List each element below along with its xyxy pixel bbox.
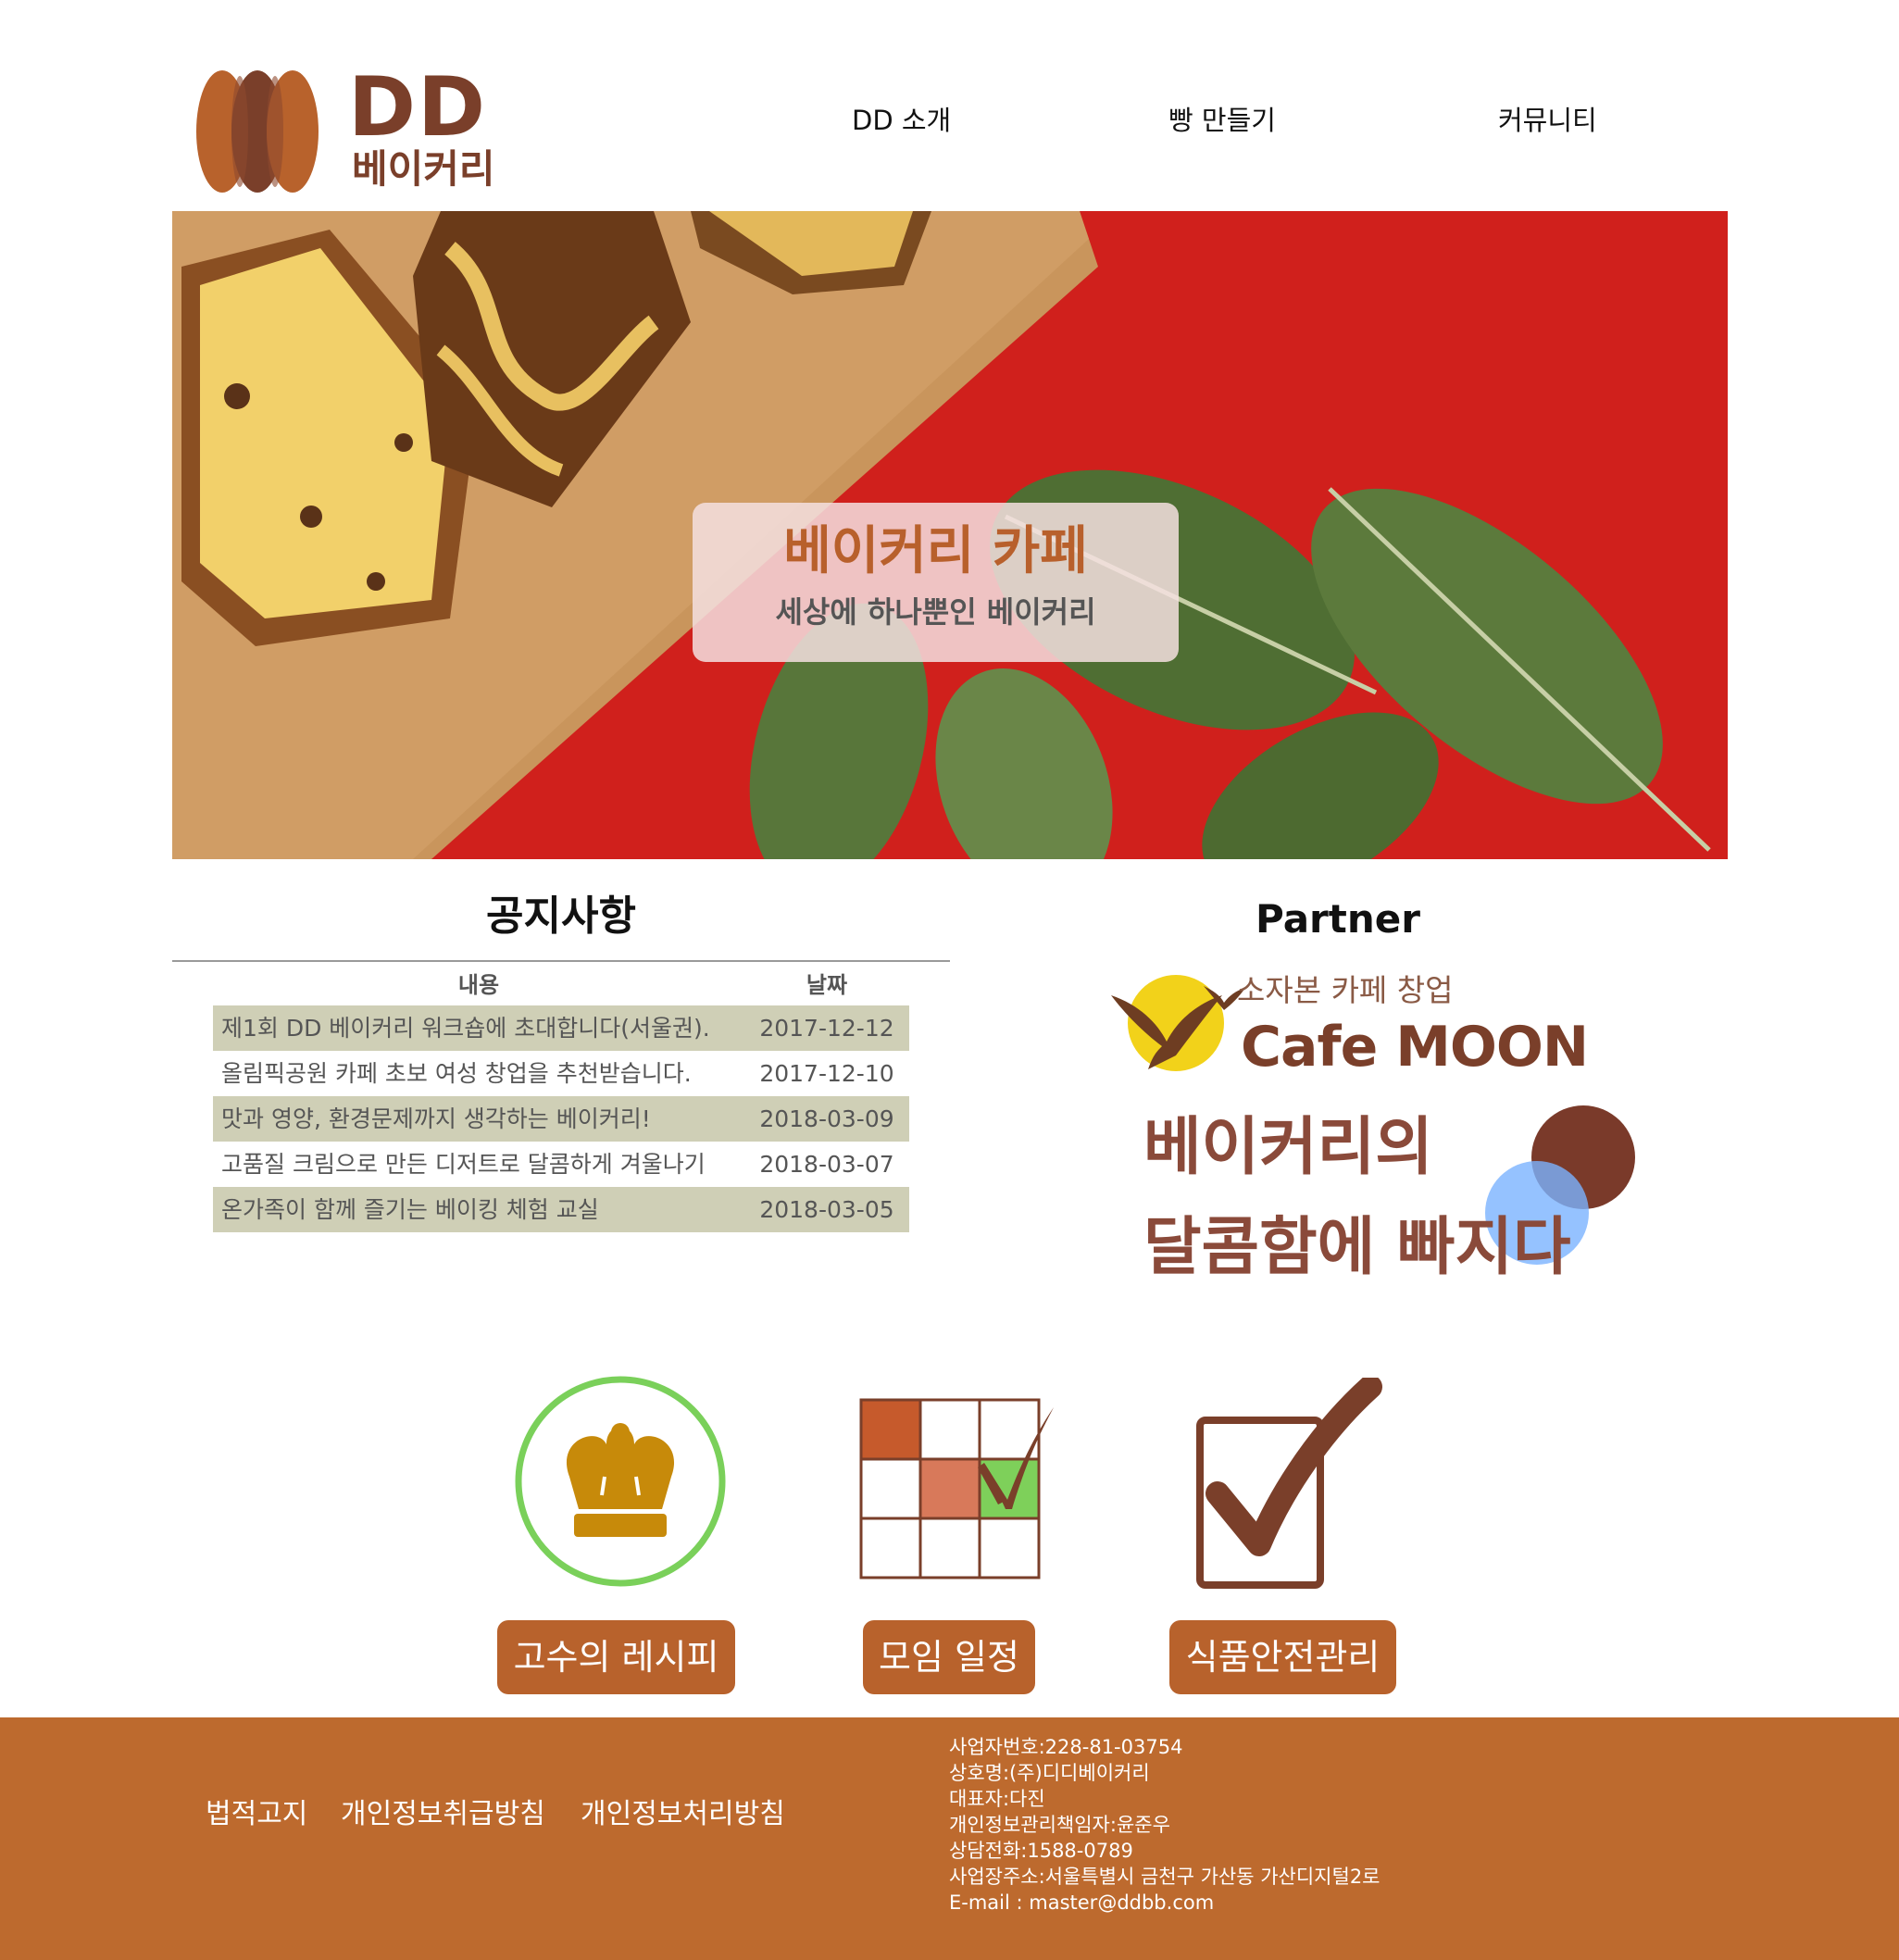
recipe-button[interactable]: 고수의 레시피 — [497, 1620, 735, 1694]
promo-line-1: 베이커리의 — [1143, 1111, 1433, 1184]
footer-info-line: E-mail : master@ddbb.com — [949, 1891, 1215, 1914]
hero-title: 베이커리 카페 — [783, 521, 1088, 581]
site-header: DD 베이커리 DD 소개 빵 만들기 커뮤니티 — [0, 0, 1899, 211]
site-logo[interactable]: DD 베이커리 — [193, 67, 507, 201]
table-row[interactable]: 온가족이 함께 즐기는 베이킹 체험 교실 2018-03-05 — [213, 1187, 909, 1232]
partner-tagline: 소자본 카페 창업 — [1237, 972, 1454, 1008]
table-row[interactable]: 올림픽공원 카페 초보 여성 창업을 추천받습니다. 2017-12-10 — [213, 1051, 909, 1096]
chef-hat-icon[interactable] — [514, 1375, 727, 1588]
footer-link-privacy-processing[interactable]: 개인정보처리방침 — [581, 1796, 785, 1833]
hero-caption: 베이커리 카페 세상에 하나뿐인 베이커리 — [693, 503, 1179, 662]
table-row[interactable]: 맛과 영양, 환경문제까지 생각하는 베이커리! 2018-03-09 — [213, 1096, 909, 1142]
meeting-schedule-button[interactable]: 모임 일정 — [863, 1620, 1035, 1694]
logo-subtitle: 베이커리 — [352, 146, 495, 192]
nav-item-community[interactable]: 커뮤니티 — [1498, 102, 1597, 139]
notice-date: 2018-03-07 — [759, 1151, 894, 1178]
notice-date: 2018-03-09 — [744, 1096, 909, 1142]
notice-content[interactable]: 올림픽공원 카페 초보 여성 창업을 추천받습니다. — [213, 1051, 744, 1096]
footer-link-privacy-handling[interactable]: 개인정보취급방침 — [341, 1796, 545, 1833]
notice-content[interactable]: 고품질 크림으로 만든 디저트로 달콤하게 겨울나기 — [213, 1142, 744, 1187]
footer-info-line: 대표자:다진 — [949, 1788, 1045, 1810]
promo-line-2: 달콤함에 빠지다 — [1143, 1211, 1571, 1284]
nav-item-about[interactable]: DD 소개 — [852, 102, 951, 139]
hero-banner: 베이커리 카페 세상에 하나뿐인 베이커리 — [172, 211, 1728, 859]
checkbox-check-icon[interactable] — [1194, 1378, 1389, 1591]
logo-title: DD — [348, 59, 488, 155]
promo-banner[interactable]: 베이커리의 달콤함에 빠지다 — [1139, 1102, 1713, 1305]
notice-date: 2018-03-05 — [744, 1187, 909, 1232]
nav-item-baking[interactable]: 빵 만들기 — [1168, 102, 1276, 139]
notice-date: 2017-12-10 — [759, 1060, 894, 1087]
notice-date: 2017-12-12 — [744, 1005, 909, 1051]
column-header-content: 내용 — [457, 972, 500, 998]
notice-content[interactable]: 제1회 DD 베이커리 워크숍에 초대합니다(서울권). — [213, 1005, 744, 1051]
column-header-date: 날짜 — [806, 972, 848, 998]
hero-subtitle: 세상에 하나뿐인 베이커리 — [775, 594, 1096, 630]
notice-title: 공지사항 — [486, 893, 636, 940]
logo-beans-icon — [196, 70, 319, 193]
partner-title: Partner — [1256, 896, 1420, 942]
footer-company-info: 사업자번호:228-81-03754 상호명:(주)디디베이커리 대표자:다진 … — [949, 1734, 1381, 1916]
footer-info-line: 개인정보관리책임자:윤준우 — [949, 1814, 1170, 1836]
calendar-check-icon[interactable] — [859, 1379, 1063, 1583]
table-row[interactable]: 고품질 크림으로 만든 디저트로 달콤하게 겨울나기 2018-03-07 — [213, 1142, 909, 1187]
table-row[interactable]: 제1회 DD 베이커리 워크숍에 초대합니다(서울권). 2017-12-12 — [213, 1005, 909, 1051]
footer-info-line: 상담전화:1588-0789 — [949, 1840, 1133, 1862]
notice-content[interactable]: 맛과 영양, 환경문제까지 생각하는 베이커리! — [213, 1096, 744, 1142]
notice-divider — [172, 960, 950, 962]
footer-info-line: 사업자번호:228-81-03754 — [949, 1736, 1183, 1758]
notice-content[interactable]: 온가족이 함께 즐기는 베이킹 체험 교실 — [213, 1187, 744, 1232]
site-footer: 법적고지 개인정보취급방침 개인정보처리방침 사업자번호:228-81-0375… — [0, 1717, 1899, 1960]
footer-link-legal[interactable]: 법적고지 — [206, 1796, 307, 1833]
food-safety-button[interactable]: 식품안전관리 — [1169, 1620, 1396, 1694]
notice-table: 내용 날짜 제1회 DD 베이커리 워크숍에 초대합니다(서울권). 2017-… — [213, 965, 909, 1232]
footer-info-line: 상호명:(주)디디베이커리 — [949, 1762, 1150, 1784]
partner-name[interactable]: Cafe MOON — [1241, 1015, 1589, 1080]
footer-info-line: 사업장주소:서울특별시 금천구 가산동 가산디지털2로 — [949, 1866, 1381, 1888]
